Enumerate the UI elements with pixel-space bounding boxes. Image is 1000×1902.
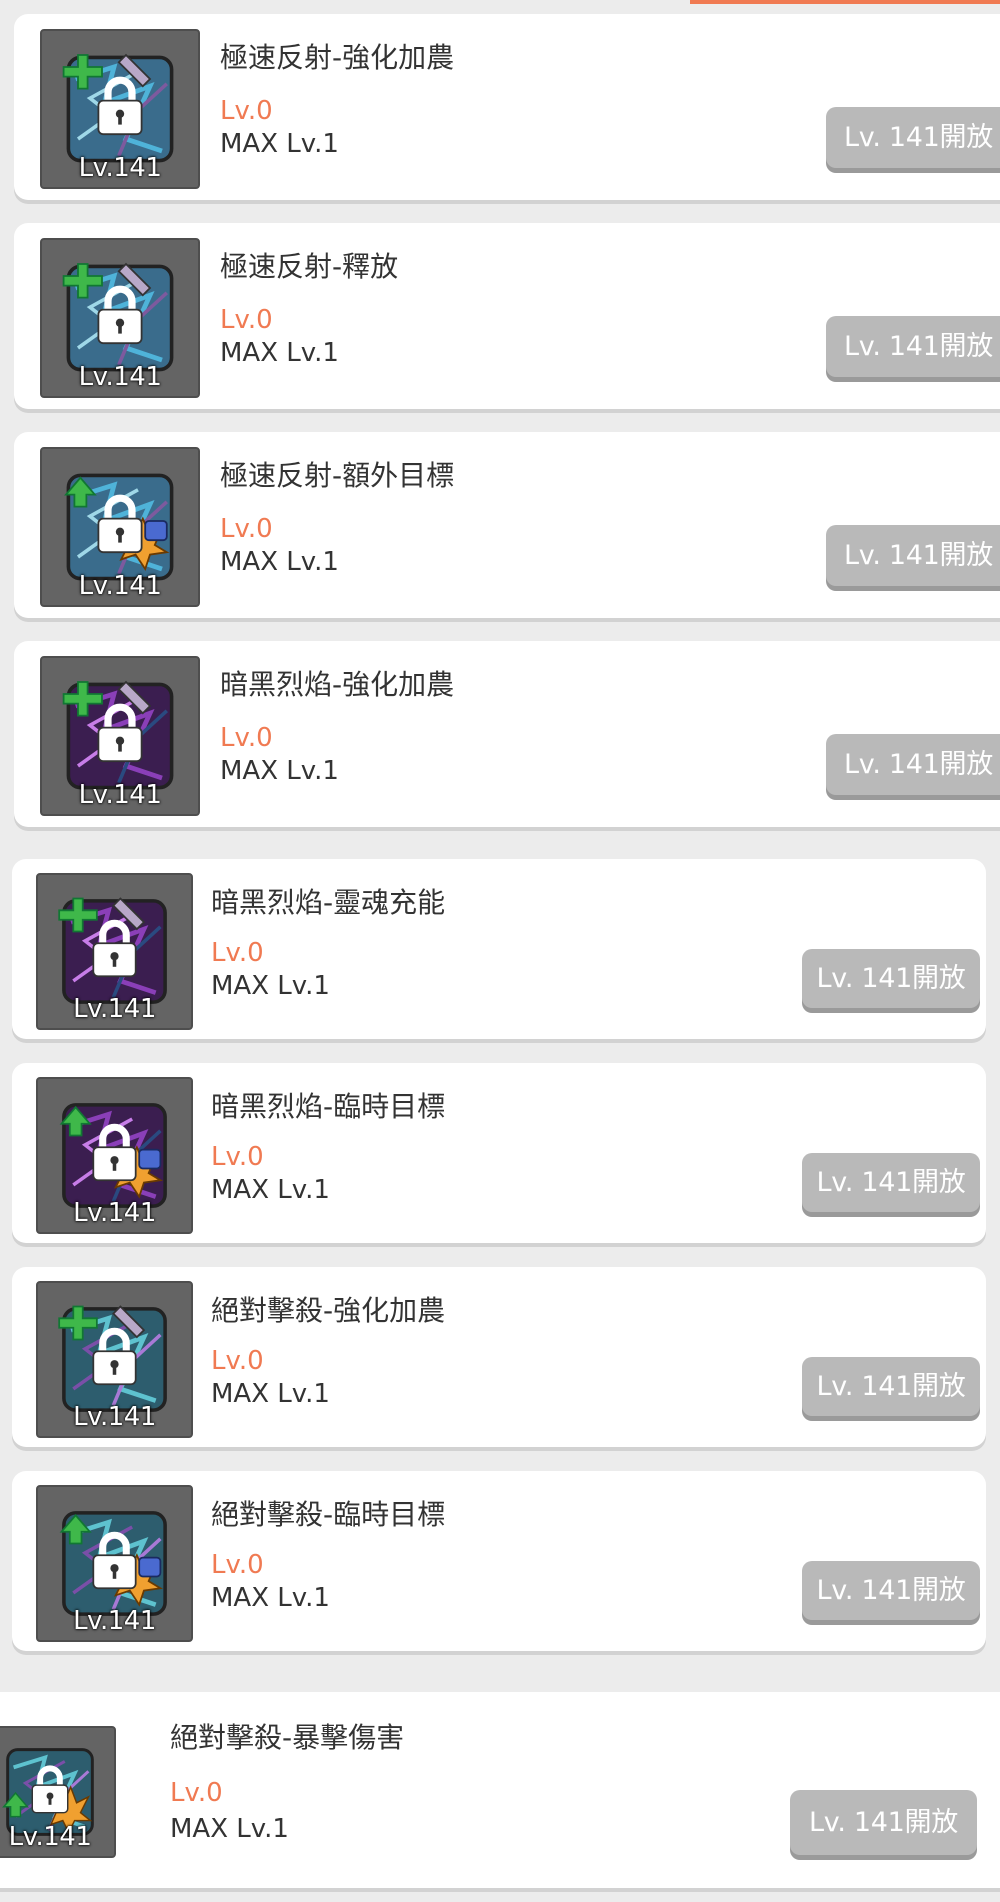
thumbnail-level-label: Lv.141 bbox=[78, 153, 162, 183]
skill-name: 絕對擊殺-強化加農 bbox=[211, 1294, 446, 1327]
skill-name: 極速反射-額外目標 bbox=[220, 459, 455, 492]
skill-card: Lv.141 暗黑烈焰-靈魂充能 Lv.0 MAX Lv.1 Lv. 141開放 bbox=[12, 859, 986, 1039]
current-level: Lv.0 bbox=[220, 723, 273, 753]
skill-thumbnail[interactable]: Lv.141 bbox=[36, 873, 193, 1030]
current-level: Lv.0 bbox=[170, 1778, 223, 1808]
current-level: Lv.0 bbox=[211, 938, 264, 968]
thumbnail-level-label: Lv.141 bbox=[78, 780, 162, 810]
max-level: MAX Lv.1 bbox=[220, 547, 339, 577]
current-level: Lv.0 bbox=[211, 1346, 264, 1376]
max-level: MAX Lv.1 bbox=[170, 1814, 289, 1844]
skill-name: 絕對擊殺-臨時目標 bbox=[211, 1498, 446, 1531]
thumbnail-level-label: Lv.141 bbox=[78, 571, 162, 601]
skill-card: Lv.141 暗黑烈焰-強化加農 Lv.0 MAX Lv.1 Lv. 141開放 bbox=[14, 641, 1000, 827]
unlock-level-button[interactable]: Lv. 141開放 bbox=[826, 316, 1000, 377]
current-level: Lv.0 bbox=[211, 1550, 264, 1580]
thumbnail-level-label: Lv.141 bbox=[73, 994, 156, 1024]
skill-name: 暗黑烈焰-靈魂充能 bbox=[211, 886, 446, 919]
max-level: MAX Lv.1 bbox=[220, 129, 339, 159]
skill-thumbnail[interactable]: Lv.141 bbox=[40, 29, 200, 189]
max-level: MAX Lv.1 bbox=[220, 338, 339, 368]
active-tab-indicator bbox=[690, 0, 1000, 4]
skill-name: 絕對擊殺-暴擊傷害 bbox=[170, 1721, 405, 1754]
thumbnail-level-label: Lv.141 bbox=[73, 1606, 156, 1636]
skill-name: 暗黑烈焰-強化加農 bbox=[220, 668, 455, 701]
unlock-level-button[interactable]: Lv. 141開放 bbox=[790, 1790, 977, 1855]
unlock-level-button[interactable]: Lv. 141開放 bbox=[802, 949, 980, 1008]
skill-name: 極速反射-強化加農 bbox=[220, 41, 455, 74]
skill-thumbnail[interactable]: Lv.141 bbox=[36, 1281, 193, 1438]
current-level: Lv.0 bbox=[220, 305, 273, 335]
current-level: Lv.0 bbox=[211, 1142, 264, 1172]
skill-card: Lv.141 極速反射-釋放 Lv.0 MAX Lv.1 Lv. 141開放 bbox=[14, 223, 1000, 409]
skill-thumbnail[interactable]: Lv.141 bbox=[40, 656, 200, 816]
skill-thumbnail[interactable]: Lv.141 bbox=[36, 1077, 193, 1234]
thumbnail-level-label: Lv.141 bbox=[8, 1822, 92, 1852]
skill-name: 暗黑烈焰-臨時目標 bbox=[211, 1090, 446, 1123]
max-level: MAX Lv.1 bbox=[220, 756, 339, 786]
skill-card: Lv.141 暗黑烈焰-臨時目標 Lv.0 MAX Lv.1 Lv. 141開放 bbox=[12, 1063, 986, 1243]
skill-thumbnail[interactable]: Lv.141 bbox=[0, 1726, 116, 1858]
skill-list-screen: Lv.141 極速反射-強化加農 Lv.0 MAX Lv.1 Lv. 141開放… bbox=[0, 0, 1000, 1902]
skill-card: Lv.141 極速反射-強化加農 Lv.0 MAX Lv.1 Lv. 141開放 bbox=[14, 14, 1000, 200]
unlock-level-button[interactable]: Lv. 141開放 bbox=[802, 1561, 980, 1620]
thumbnail-level-label: Lv.141 bbox=[73, 1402, 156, 1432]
unlock-level-button[interactable]: Lv. 141開放 bbox=[802, 1357, 980, 1416]
skill-card: Lv.141 極速反射-額外目標 Lv.0 MAX Lv.1 Lv. 141開放 bbox=[14, 432, 1000, 618]
skill-name: 極速反射-釋放 bbox=[220, 250, 399, 283]
skill-card: Lv.141 絕對擊殺-臨時目標 Lv.0 MAX Lv.1 Lv. 141開放 bbox=[12, 1471, 986, 1651]
max-level: MAX Lv.1 bbox=[211, 1379, 330, 1409]
max-level: MAX Lv.1 bbox=[211, 971, 330, 1001]
current-level: Lv.0 bbox=[220, 514, 273, 544]
unlock-level-button[interactable]: Lv. 141開放 bbox=[826, 734, 1000, 795]
skill-thumbnail[interactable]: Lv.141 bbox=[40, 447, 200, 607]
skill-card: Lv.141 絕對擊殺-強化加農 Lv.0 MAX Lv.1 Lv. 141開放 bbox=[12, 1267, 986, 1447]
max-level: MAX Lv.1 bbox=[211, 1583, 330, 1613]
max-level: MAX Lv.1 bbox=[211, 1175, 330, 1205]
skill-card: Lv.141 絕對擊殺-暴擊傷害 Lv.0 MAX Lv.1 Lv. 141開放 bbox=[0, 1692, 1000, 1888]
unlock-level-button[interactable]: Lv. 141開放 bbox=[826, 107, 1000, 168]
unlock-level-button[interactable]: Lv. 141開放 bbox=[802, 1153, 980, 1212]
skill-thumbnail[interactable]: Lv.141 bbox=[40, 238, 200, 398]
skill-thumbnail[interactable]: Lv.141 bbox=[36, 1485, 193, 1642]
thumbnail-level-label: Lv.141 bbox=[78, 362, 162, 392]
thumbnail-level-label: Lv.141 bbox=[73, 1198, 156, 1228]
unlock-level-button[interactable]: Lv. 141開放 bbox=[826, 525, 1000, 586]
current-level: Lv.0 bbox=[220, 96, 273, 126]
